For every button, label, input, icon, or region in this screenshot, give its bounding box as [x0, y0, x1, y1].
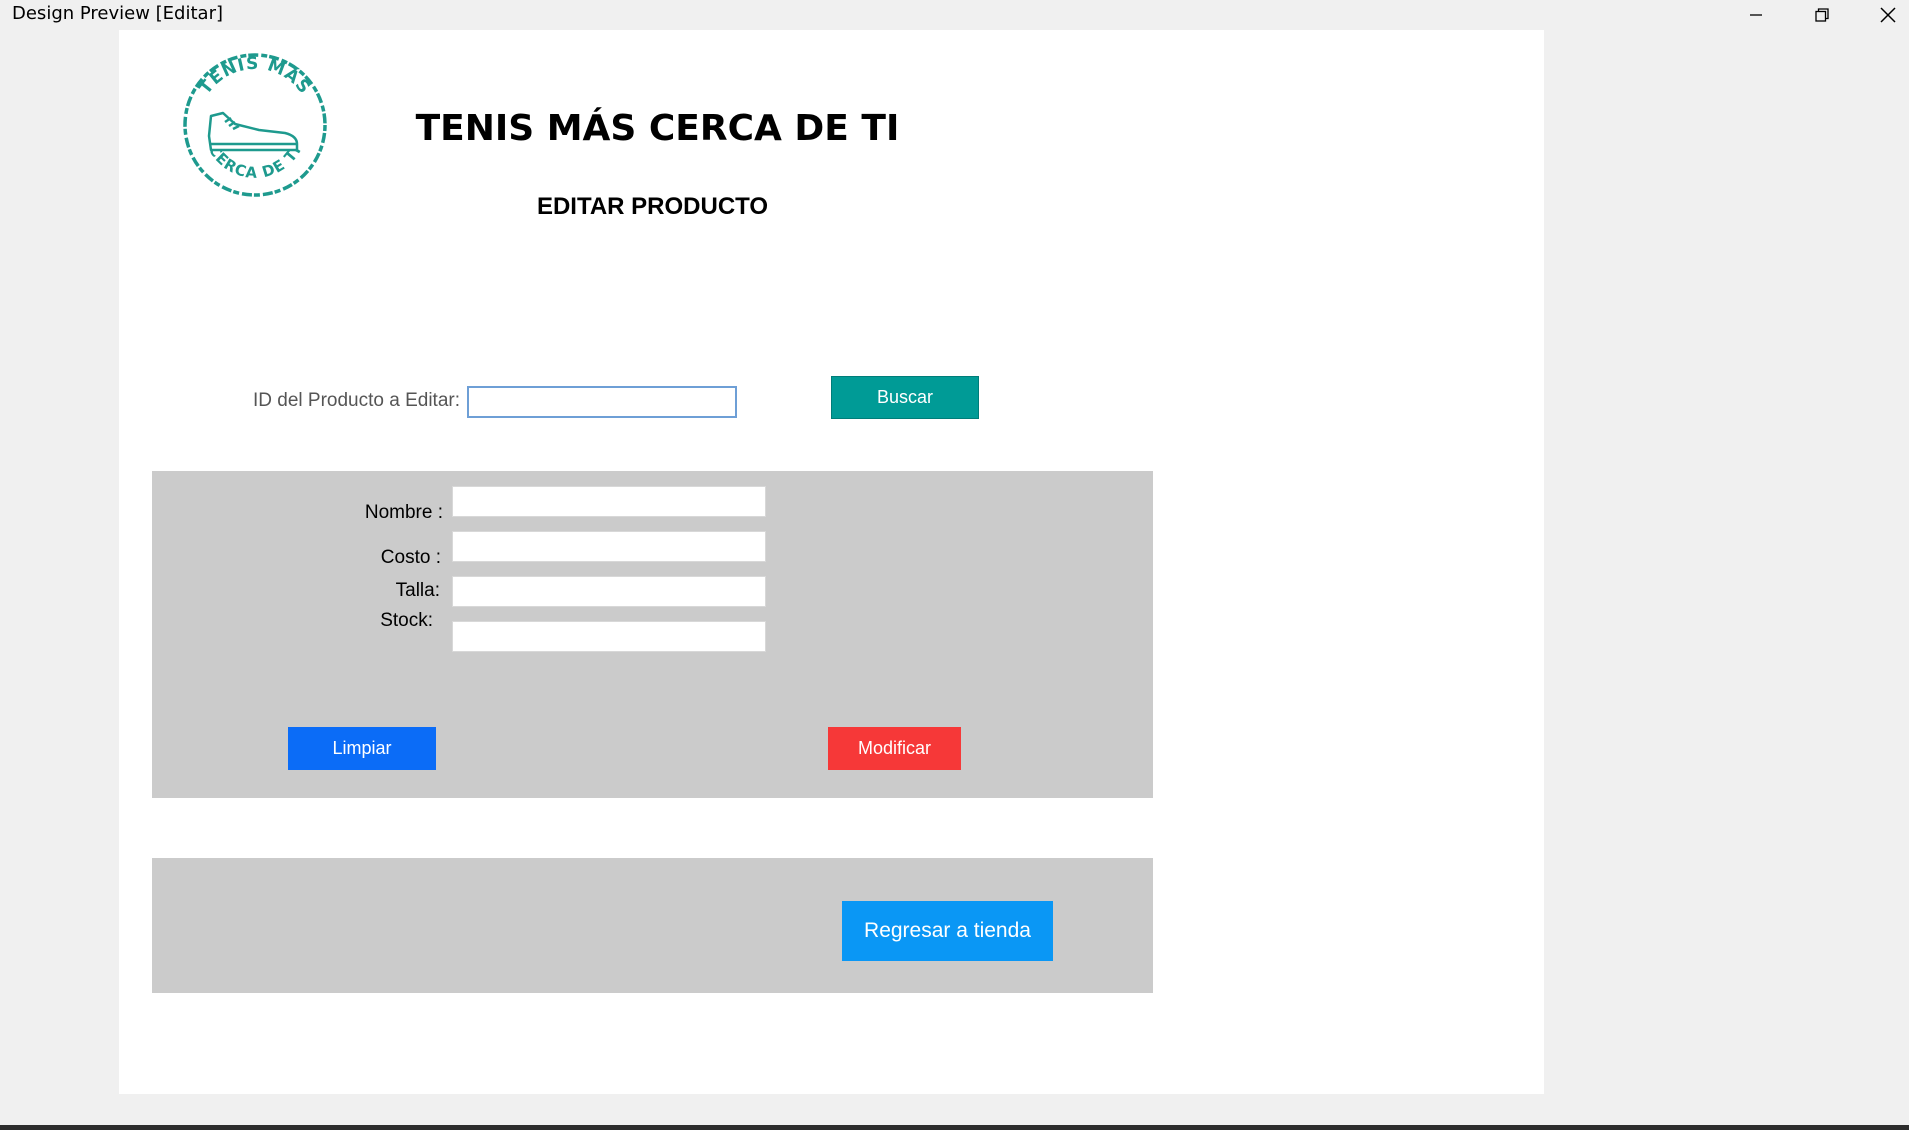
logo-top-text: TENIS MÁS — [195, 54, 313, 98]
page-title: TENIS MÁS CERCA DE TI — [415, 108, 900, 149]
product-id-input[interactable] — [467, 386, 737, 418]
stock-input[interactable] — [452, 621, 766, 652]
window-titlebar: Design Preview [Editar] — [0, 0, 1909, 30]
modify-button[interactable]: Modificar — [828, 727, 961, 770]
window-title: Design Preview [Editar] — [12, 3, 223, 24]
search-button[interactable]: Buscar — [831, 376, 979, 419]
svg-text:TENIS MÁS: TENIS MÁS — [195, 54, 314, 98]
costo-input[interactable] — [452, 531, 766, 562]
restore-icon[interactable] — [1792, 0, 1852, 30]
product-id-label: ID del Producto a Editar: — [253, 390, 460, 411]
talla-input[interactable] — [452, 576, 766, 607]
clear-button[interactable]: Limpiar — [288, 727, 436, 770]
sneaker-icon — [207, 111, 299, 152]
taskbar-edge — [0, 1125, 1909, 1130]
nombre-label: Nombre : — [364, 502, 443, 523]
nombre-input[interactable] — [452, 486, 766, 517]
costo-label: Costo : — [380, 547, 441, 568]
minimize-icon[interactable] — [1726, 0, 1786, 30]
back-to-store-button[interactable]: Regresar a tienda — [842, 901, 1053, 961]
close-icon[interactable] — [1858, 0, 1909, 30]
talla-label: Talla: — [395, 580, 440, 601]
stock-label: Stock: — [380, 610, 433, 631]
page-subtitle: EDITAR PRODUCTO — [536, 193, 769, 220]
logo: TENIS MÁS CERCA DE TI — [175, 40, 335, 210]
